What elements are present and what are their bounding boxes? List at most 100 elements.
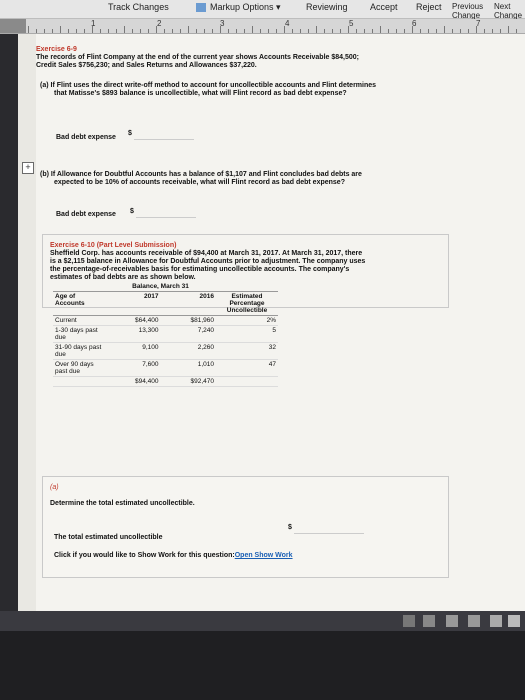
ruler-tick: [84, 29, 85, 33]
ruler-tick: [284, 26, 285, 33]
ruler-tick: [396, 29, 397, 33]
cell-age: Over 90 days past due: [53, 359, 105, 377]
cell-age: Current: [53, 315, 105, 326]
ruler-tick: [148, 29, 149, 33]
ruler-tick: [476, 26, 477, 33]
cell-age: 31-90 days past due: [53, 342, 105, 360]
ruler-tick: [444, 26, 445, 33]
move-handle-icon[interactable]: +: [22, 162, 34, 174]
cell-2017: $64,400: [105, 315, 161, 326]
ruler-tick: [292, 29, 293, 33]
table-row: Over 90 days past due 7,600 1,010 47: [53, 359, 278, 377]
question-a-line2: that Matisse's $893 balance is uncollect…: [54, 90, 347, 97]
ruler-tick: [508, 26, 509, 33]
header-age: Age of Accounts: [53, 291, 105, 316]
window-icon[interactable]: [508, 615, 520, 627]
header-balance: Balance, March 31: [105, 282, 216, 292]
total-estimated-uncollectible-input[interactable]: [294, 524, 364, 534]
ruler-mark: 4: [285, 19, 290, 28]
ruler-tick: [516, 29, 517, 33]
ruler-tick: [276, 29, 277, 33]
table-row: Current $64,400 $81,960 2%: [53, 315, 278, 326]
ruler-tick: [100, 29, 101, 33]
ruler-tick: [108, 29, 109, 33]
ruler-tick: [180, 29, 181, 33]
open-show-work-link[interactable]: Open Show Work: [235, 552, 293, 559]
total-2017: $94,400: [105, 376, 161, 387]
ruler-tick: [380, 26, 381, 33]
header-2017: 2017: [105, 291, 161, 316]
ruler-tick: [388, 29, 389, 33]
cell-2017: 13,300: [105, 325, 161, 343]
ruler-tick: [412, 26, 413, 33]
ruler-tick: [324, 29, 325, 33]
cell-2016: 2,260: [160, 342, 216, 360]
ruler-tick: [132, 29, 133, 33]
ruler-tick: [60, 26, 61, 33]
part-a-instruction: Determine the total estimated uncollecti…: [50, 500, 195, 507]
grid-icon[interactable]: [403, 615, 415, 627]
taskbar: [0, 611, 525, 631]
image-icon[interactable]: [423, 615, 435, 627]
previous-change-button[interactable]: Previous Change: [452, 2, 494, 20]
ruler-tick: [52, 29, 53, 33]
bad-debt-estimates-table: Balance, March 31 Age of Accounts 2017 2…: [53, 282, 278, 387]
ruler-tick: [156, 26, 157, 33]
cell-2016: 7,240: [160, 325, 216, 343]
ruler-tick: [228, 29, 229, 33]
ruler-tick: [348, 26, 349, 33]
cell-percentage: 2%: [216, 315, 278, 326]
cell-2016: $81,960: [160, 315, 216, 326]
ruler-tick: [252, 26, 253, 33]
accept-button[interactable]: Accept: [370, 2, 398, 12]
cell-2017: 7,600: [105, 359, 161, 377]
ruler-tick: [116, 29, 117, 33]
ruler-tick: [460, 29, 461, 33]
ruler-tick: [36, 29, 37, 33]
menu-icon[interactable]: [468, 615, 480, 627]
ruler-tick: [212, 29, 213, 33]
cell-percentage: 47: [216, 359, 278, 377]
ruler-tick: [468, 29, 469, 33]
ruler-tick: [68, 29, 69, 33]
bad-debt-expense-input-a[interactable]: [134, 130, 194, 140]
total-2016: $92,470: [160, 376, 216, 387]
reject-button[interactable]: Reject: [416, 2, 442, 12]
table-total-row: $94,400 $92,470: [53, 376, 278, 387]
ruler-tick: [404, 29, 405, 33]
reviewing-dropdown[interactable]: Reviewing: [306, 2, 348, 12]
ruler-tick: [172, 29, 173, 33]
bad-debt-expense-label-b: Bad debt expense: [56, 211, 116, 218]
question-b-line2: expected to be 10% of accounts receivabl…: [54, 179, 345, 186]
ruler-mark: 5: [349, 19, 354, 28]
ruler-tick: [500, 29, 501, 33]
table-header-row: Age of Accounts 2017 2016 Estimated Perc…: [53, 291, 278, 316]
next-change-button[interactable]: Next Change: [494, 2, 525, 20]
ruler-tick: [356, 29, 357, 33]
ruler-tick: [452, 29, 453, 33]
ruler-tick: [372, 29, 373, 33]
ruler-tick: [44, 29, 45, 33]
markup-options-icon: [196, 3, 206, 12]
bad-debt-expense-input-b[interactable]: [136, 208, 196, 218]
ruler-tick: [420, 29, 421, 33]
part-a-box: [42, 476, 449, 578]
ruler-tick: [340, 29, 341, 33]
markup-options-dropdown[interactable]: Markup Options ▾: [210, 2, 281, 13]
show-work-prompt: Click if you would like to Show Work for…: [54, 552, 293, 559]
exercise-6-9-desc-line2: Credit Sales $756,230; and Sales Returns…: [36, 62, 257, 69]
ruler-tick: [28, 26, 29, 33]
dollar-sign-a: $: [128, 130, 132, 137]
horizontal-ruler[interactable]: 1 2 3 4 5 6 7: [0, 19, 525, 34]
ruler-tick: [236, 29, 237, 33]
cell-percentage: 32: [216, 342, 278, 360]
bad-debt-expense-label-a: Bad debt expense: [56, 134, 116, 141]
bars-icon[interactable]: [490, 615, 502, 627]
header-estimated-percentage: Estimated Percentage Uncollectible: [216, 291, 278, 316]
cell-2016: 1,010: [160, 359, 216, 377]
track-changes-button[interactable]: Track Changes: [108, 2, 169, 12]
page-left-margin: [18, 34, 36, 649]
ruler-tick: [164, 29, 165, 33]
list-icon[interactable]: [446, 615, 458, 627]
ruler-tick: [492, 29, 493, 33]
